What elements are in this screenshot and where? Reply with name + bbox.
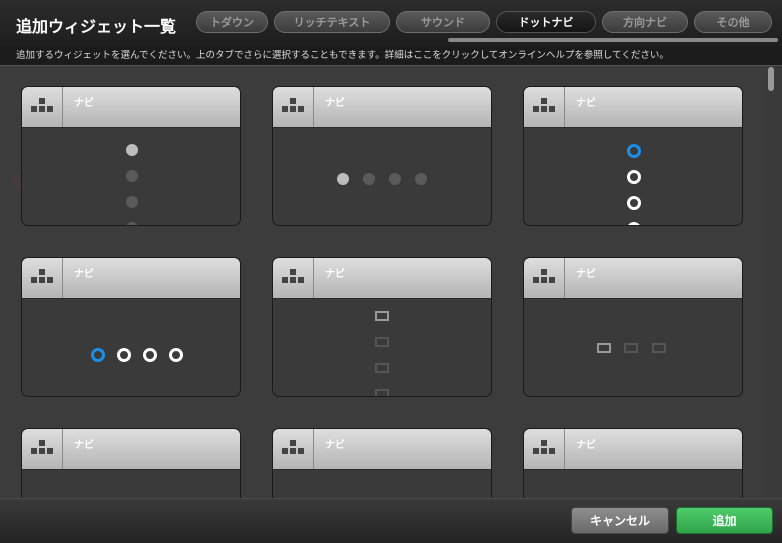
nav-square: [375, 363, 389, 373]
nav-dot: [126, 170, 138, 182]
blocks-icon: [282, 269, 304, 285]
nav-square: [597, 343, 611, 353]
widget-label: ナビ: [325, 440, 345, 451]
dialog-title: 追加ウィジェット一覧: [16, 17, 177, 36]
widget-icon-cell: [22, 429, 63, 469]
nav-ring: [91, 348, 105, 362]
widget-label: ナビ: [74, 98, 94, 109]
widget-card-header: ナビ: [22, 258, 240, 299]
widget-card-header: ナビ: [273, 87, 491, 128]
widget-card[interactable]: ナビ: [523, 428, 743, 498]
blocks-icon: [533, 440, 555, 456]
widget-card-header: ナビ: [524, 87, 742, 128]
blocks-icon: [533, 269, 555, 285]
nav-ring: [627, 222, 641, 225]
blocks-icon: [533, 98, 555, 114]
blocks-icon: [31, 440, 53, 456]
widget-icon-cell: [273, 429, 314, 469]
tab-direction-navi[interactable]: 方向ナビ: [602, 11, 688, 33]
widget-label: ナビ: [576, 98, 596, 109]
widget-icon-cell: [524, 258, 565, 298]
blocks-icon: [31, 269, 53, 285]
widget-card[interactable]: ナビ: [272, 86, 492, 226]
widget-icon-cell: [524, 429, 565, 469]
widget-card-header: ナビ: [524, 258, 742, 299]
nav-square: [652, 343, 666, 353]
grid-scrollbar[interactable]: [768, 67, 774, 91]
nav-ring: [169, 348, 183, 362]
widget-icon-cell: [524, 87, 565, 127]
nav-square: [375, 389, 389, 396]
tab-countdown[interactable]: トダウン: [196, 11, 268, 33]
dialog-footer: キャンセル 追加: [0, 498, 782, 543]
widget-card[interactable]: ナビ: [21, 257, 241, 397]
nav-square: [624, 343, 638, 353]
widget-label: ナビ: [325, 269, 345, 280]
widget-card[interactable]: ナビ: [272, 428, 492, 498]
widget-card-header: ナビ: [22, 87, 240, 128]
blocks-icon: [282, 98, 304, 114]
widget-card-header: ナビ: [524, 429, 742, 470]
widget-card-header: ナビ: [22, 429, 240, 470]
widget-card[interactable]: ナビ: [523, 257, 743, 397]
nav-dot: [389, 173, 401, 185]
widget-icon-cell: [22, 87, 63, 127]
help-link[interactable]: 追加するウィジェットを選んでください。上のタブでさらに選択することもできます。詳…: [0, 46, 782, 66]
nav-ring: [117, 348, 131, 362]
tab-sound[interactable]: サウンド: [396, 11, 490, 33]
nav-dot: [126, 144, 138, 156]
widget-card[interactable]: ナビ: [21, 428, 241, 498]
blocks-icon: [282, 440, 304, 456]
tab-other[interactable]: その他: [694, 11, 772, 33]
widget-label: ナビ: [576, 440, 596, 451]
cancel-button[interactable]: キャンセル: [571, 507, 669, 534]
nav-square: [375, 337, 389, 347]
nav-ring: [627, 196, 641, 210]
nav-ring: [627, 170, 641, 184]
widget-preview: [524, 470, 742, 498]
nav-ring: [143, 348, 157, 362]
tab-rich-text[interactable]: リッチテキスト: [274, 11, 390, 33]
nav-dot: [126, 196, 138, 208]
widget-preview: [22, 299, 240, 396]
tab-scrollbar[interactable]: [448, 38, 778, 42]
widget-card[interactable]: ナビ: [272, 257, 492, 397]
nav-dot: [126, 222, 138, 225]
widget-grid: ナビ ナビ ナビ ナビ ナビ ナビ ナビ ナビ ナビ: [0, 66, 766, 498]
nav-ring: [627, 144, 641, 158]
widget-preview: [22, 470, 240, 498]
widget-icon-cell: [273, 258, 314, 298]
widget-label: ナビ: [74, 269, 94, 280]
widget-preview: [273, 299, 491, 396]
tab-dot-navi[interactable]: ドットナビ: [496, 11, 596, 33]
widget-preview: [22, 128, 240, 225]
widget-preview: [273, 128, 491, 225]
add-button[interactable]: 追加: [676, 507, 773, 534]
nav-dot: [337, 173, 349, 185]
widget-preview: [524, 128, 742, 225]
widget-card-header: ナビ: [273, 258, 491, 299]
nav-square: [375, 311, 389, 321]
widget-card[interactable]: ナビ: [21, 86, 241, 226]
widget-card[interactable]: ナビ: [523, 86, 743, 226]
widget-preview: [273, 470, 491, 498]
widget-label: ナビ: [74, 440, 94, 451]
widget-preview: [524, 299, 742, 396]
blocks-icon: [31, 98, 53, 114]
nav-dot: [363, 173, 375, 185]
widget-label: ナビ: [325, 98, 345, 109]
dialog-title-bar: 追加ウィジェット一覧 トダウン リッチテキスト サウンド ドットナビ 方向ナビ …: [0, 0, 782, 46]
widget-card-header: ナビ: [273, 429, 491, 470]
widget-label: ナビ: [576, 269, 596, 280]
nav-dot: [415, 173, 427, 185]
widget-icon-cell: [22, 258, 63, 298]
widget-icon-cell: [273, 87, 314, 127]
